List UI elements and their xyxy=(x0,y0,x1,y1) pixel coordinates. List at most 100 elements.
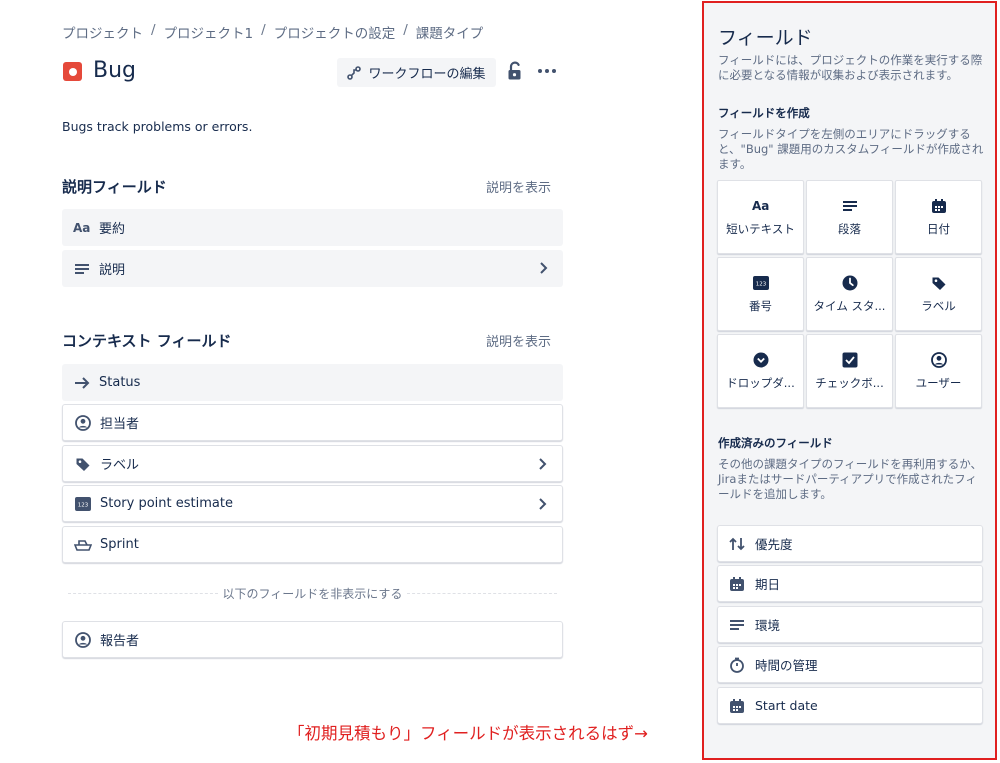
field-row-summary[interactable]: Aa 要約 xyxy=(62,209,563,246)
breadcrumb-separator: / xyxy=(261,22,266,38)
dropdown-icon xyxy=(752,351,770,369)
field-type-label: ドロップダ... xyxy=(726,376,795,390)
description-fields-heading: 説明フィールド xyxy=(62,178,167,196)
field-label: ラベル xyxy=(100,458,140,473)
field-label: Status xyxy=(99,375,141,390)
existing-field-start-date[interactable]: Start date xyxy=(717,687,983,724)
calendar-icon xyxy=(930,197,948,215)
field-row-labels[interactable]: ラベル xyxy=(62,445,563,482)
issue-type-description: Bugs track problems or errors. xyxy=(62,119,253,134)
existing-field-environment[interactable]: 環境 xyxy=(717,606,983,643)
field-label: Start date xyxy=(755,698,818,713)
chevron-right-icon[interactable] xyxy=(534,456,550,472)
fields-panel: フィールド フィールドには、プロジェクトの作業を実行する際に必要となる情報が収集… xyxy=(702,1,997,760)
field-row-assignee[interactable]: 担当者 xyxy=(62,404,563,441)
field-label: 説明 xyxy=(99,263,126,278)
hide-fields-divider: 以下のフィールドを非表示にする xyxy=(68,585,557,601)
user-icon xyxy=(74,631,92,649)
field-type-paragraph[interactable]: 段落 xyxy=(806,180,893,254)
hide-fields-label: 以下のフィールドを非表示にする xyxy=(222,587,403,601)
field-type-short-text[interactable]: Aa 短いテキスト xyxy=(717,180,804,254)
field-row-status[interactable]: Status xyxy=(62,364,563,401)
field-row-description[interactable]: 説明 xyxy=(62,250,563,287)
svg-text:123: 123 xyxy=(755,282,766,288)
breadcrumb-link-project-settings[interactable]: プロジェクトの設定 xyxy=(274,22,396,42)
text-aa-icon: Aa xyxy=(73,219,91,237)
create-field-heading: フィールドを作成 xyxy=(718,106,810,120)
field-row-reporter[interactable]: 報告者 xyxy=(62,621,563,658)
field-label: 報告者 xyxy=(100,634,140,649)
field-type-labels[interactable]: ラベル xyxy=(895,257,982,331)
svg-text:Aa: Aa xyxy=(752,199,769,213)
existing-field-due-date[interactable]: 期日 xyxy=(717,565,983,602)
sprint-icon xyxy=(74,536,92,554)
priority-icon xyxy=(728,535,746,553)
field-label: 優先度 xyxy=(755,537,793,552)
field-row-sprint[interactable]: Sprint xyxy=(62,526,563,563)
existing-fields-heading: 作成済みのフィールド xyxy=(718,436,833,450)
edit-workflow-button[interactable]: ワークフローの編集 xyxy=(337,58,496,87)
breadcrumb-link-issue-types[interactable]: 課題タイプ xyxy=(416,22,484,42)
svg-text:123: 123 xyxy=(78,502,89,508)
existing-field-time-tracking[interactable]: 時間の管理 xyxy=(717,646,983,683)
create-field-description: フィールドタイプを左側のエリアにドラッグすると、"Bug" 課題用のカスタムフィ… xyxy=(718,127,984,171)
field-label: 時間の管理 xyxy=(755,658,818,673)
field-type-label: ユーザー xyxy=(915,376,962,390)
user-icon xyxy=(930,351,948,369)
paragraph-icon xyxy=(73,260,91,278)
field-type-label: タイム スタ... xyxy=(813,299,886,313)
show-description-link[interactable]: 説明を表示 xyxy=(486,177,551,196)
page-title[interactable]: Bug xyxy=(93,58,136,83)
panel-subtitle: フィールドには、プロジェクトの作業を実行する際に必要となる情報が収集および表示さ… xyxy=(718,53,983,82)
field-label: 要約 xyxy=(99,222,126,237)
label-icon xyxy=(74,455,92,473)
field-type-label: 番号 xyxy=(749,299,772,313)
calendar-icon xyxy=(728,697,746,715)
breadcrumb: プロジェクト / プロジェクト1 / プロジェクトの設定 / 課題タイプ xyxy=(62,22,483,42)
field-type-label: 短いテキスト xyxy=(726,222,795,236)
field-type-dropdown[interactable]: ドロップダ... xyxy=(717,334,804,408)
field-type-label: 日付 xyxy=(927,222,950,236)
unlock-icon[interactable] xyxy=(505,60,525,82)
field-type-checkbox[interactable]: チェックボ... xyxy=(806,334,893,408)
breadcrumb-separator: / xyxy=(403,22,408,38)
edit-workflow-label: ワークフローの編集 xyxy=(368,67,486,82)
paragraph-icon xyxy=(841,197,859,215)
field-type-date[interactable]: 日付 xyxy=(895,180,982,254)
field-type-label: チェックボ... xyxy=(815,376,884,390)
existing-field-priority[interactable]: 優先度 xyxy=(717,525,983,562)
chevron-right-icon[interactable] xyxy=(535,260,551,276)
show-description-link[interactable]: 説明を表示 xyxy=(486,331,551,350)
paragraph-icon xyxy=(728,616,746,634)
label-icon xyxy=(930,274,948,292)
arrow-right-icon xyxy=(73,374,91,392)
svg-text:Aa: Aa xyxy=(73,221,90,235)
field-row-story-point-estimate[interactable]: 123 Story point estimate xyxy=(62,485,563,522)
breadcrumb-link-project[interactable]: プロジェクト1 xyxy=(164,22,254,42)
breadcrumb-link-projects[interactable]: プロジェクト xyxy=(62,22,143,42)
workflow-icon xyxy=(347,65,362,80)
more-icon[interactable] xyxy=(536,60,558,82)
field-type-number[interactable]: 123 番号 xyxy=(717,257,804,331)
text-aa-icon: Aa xyxy=(752,197,770,215)
field-label: 環境 xyxy=(755,618,781,633)
field-type-user[interactable]: ユーザー xyxy=(895,334,982,408)
field-label: 期日 xyxy=(755,577,781,592)
number-icon: 123 xyxy=(74,495,92,513)
clock-icon xyxy=(841,274,859,292)
checkbox-icon xyxy=(841,351,859,369)
chevron-right-icon[interactable] xyxy=(534,496,550,512)
user-icon xyxy=(74,414,92,432)
calendar-icon xyxy=(728,575,746,593)
field-label: Sprint xyxy=(100,537,139,552)
number-icon: 123 xyxy=(752,274,770,292)
field-type-label: ラベル xyxy=(921,299,956,313)
existing-fields-description: その他の課題タイプのフィールドを再利用するか、Jiraまたはサードパーティアプリ… xyxy=(718,457,983,501)
annotation-note: 「初期見積もり」フィールドが表示されるはず→ xyxy=(288,724,648,743)
stopwatch-icon xyxy=(728,656,746,674)
field-type-label: 段落 xyxy=(838,222,861,236)
field-type-timestamp[interactable]: タイム スタ... xyxy=(806,257,893,331)
context-fields-heading: コンテキスト フィールド xyxy=(62,332,232,350)
field-label: Story point estimate xyxy=(100,496,233,511)
bug-icon xyxy=(63,62,82,81)
